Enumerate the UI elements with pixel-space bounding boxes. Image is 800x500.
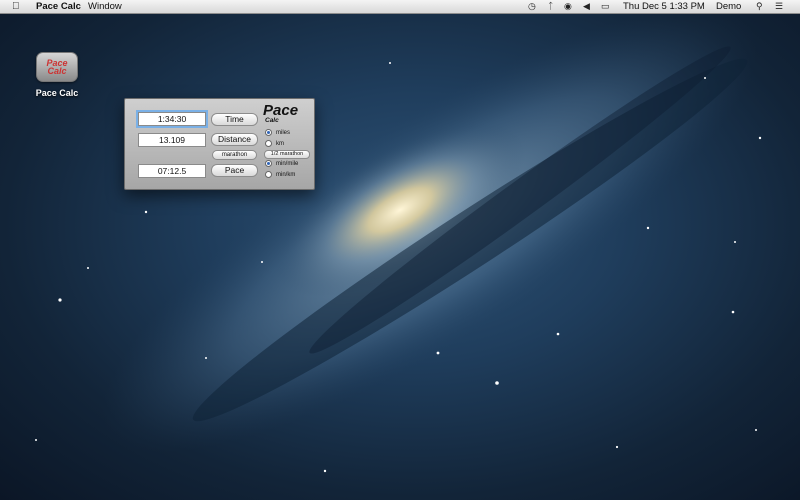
radio-label: km xyxy=(276,140,284,147)
time-machine-icon[interactable]: ◷ xyxy=(528,0,536,13)
menu-bar:  Pace Calc Window ◷ ᛏ ◉ ◀ ▭ Thu Dec 5 1… xyxy=(0,0,800,14)
radio-label: min/km xyxy=(276,171,296,178)
distance-button[interactable]: Distance xyxy=(211,133,258,146)
bluetooth-icon[interactable]: ᛏ xyxy=(548,0,553,13)
wifi-icon[interactable]: ◉ xyxy=(564,0,572,13)
apple-icon[interactable]:  xyxy=(12,0,20,13)
desktop-wallpaper xyxy=(35,8,762,473)
half-marathon-button[interactable]: 1/2 marathon xyxy=(264,150,310,159)
pace-button[interactable]: Pace xyxy=(211,164,258,177)
pace-calc-icon: Pace Calc xyxy=(36,52,78,82)
list-icon[interactable]: ☰ xyxy=(775,0,783,13)
volume-icon[interactable]: ◀ xyxy=(583,0,590,13)
radio-miles[interactable]: miles xyxy=(265,128,290,137)
search-icon[interactable]: ⚲ xyxy=(756,0,763,13)
radio-km[interactable]: km xyxy=(265,139,284,148)
marathon-button[interactable]: marathon xyxy=(212,150,257,160)
radio-indicator[interactable] xyxy=(265,129,272,136)
logo-subtitle: Calc xyxy=(265,117,279,124)
clock-label[interactable]: Thu Dec 5 1:33 PM xyxy=(623,0,705,13)
radio-indicator[interactable] xyxy=(265,140,272,147)
menu-app-name[interactable]: Pace Calc xyxy=(36,0,81,13)
battery-icon[interactable]: ▭ xyxy=(601,0,610,13)
desktop-app-icon[interactable]: Pace Calc xyxy=(36,52,78,82)
user-menu[interactable]: Demo xyxy=(716,0,741,13)
pace-field[interactable]: 07:12.5 xyxy=(138,164,206,178)
radio-indicator[interactable] xyxy=(265,160,272,167)
desktop-app-label[interactable]: Pace Calc xyxy=(30,88,84,98)
time-field[interactable]: 1:34:30 xyxy=(138,112,206,126)
radio-label: miles xyxy=(276,129,291,136)
menu-window[interactable]: Window xyxy=(88,0,122,13)
pace-calc-window: 1:34:30 Time 13.109 Distance marathon 07… xyxy=(124,98,315,190)
radio-label: min/mile xyxy=(276,160,299,167)
radio-min-km[interactable]: min/km xyxy=(265,170,295,179)
radio-min-mile[interactable]: min/mile xyxy=(265,159,298,168)
time-button[interactable]: Time xyxy=(211,113,258,126)
distance-field[interactable]: 13.109 xyxy=(138,133,206,147)
radio-indicator[interactable] xyxy=(265,171,272,178)
